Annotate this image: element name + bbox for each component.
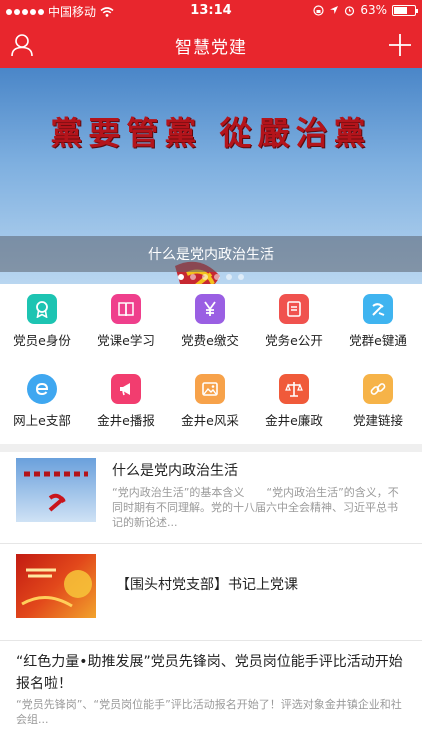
- pager-dot[interactable]: [238, 274, 244, 280]
- banner-caption: 什么是党内政治生活: [148, 247, 274, 263]
- grid-icon-bg: [363, 294, 393, 324]
- plus-icon: [389, 34, 411, 56]
- nav-bar: 智慧党建: [0, 22, 422, 68]
- party-emblem-icon: [372, 303, 385, 316]
- battery-icon: [392, 4, 418, 16]
- location-icon: [330, 6, 339, 14]
- battery-percent: 63%: [360, 3, 387, 17]
- function-grid: 党员e身份 党课e学习 党费e缴交 党务e公开 党群e键通 网上e支部 金井e播…: [0, 284, 422, 444]
- page-title: 智慧党建: [175, 38, 247, 58]
- megaphone-icon: [120, 383, 130, 396]
- section-divider: [0, 444, 422, 452]
- grid-label: 金井e风采: [181, 413, 239, 428]
- grid-item-dangfei-jiaojiao[interactable]: 党费e缴交: [168, 284, 252, 364]
- battery-fill: [394, 6, 407, 14]
- grid-label: 党费e缴交: [181, 333, 239, 348]
- news-thumbnail: [16, 458, 96, 522]
- add-button[interactable]: [386, 31, 414, 59]
- news-item[interactable]: “红色力量•助推发展”党员先锋岗、党员岗位能手评比活动开始报名啦！ “党员先锋岗…: [0, 641, 422, 750]
- banner-carousel[interactable]: 黨要管黨 從嚴治黨 什么是党内政治生活: [0, 68, 422, 284]
- grid-item-dangwu-gongkai[interactable]: 党务e公开: [252, 284, 336, 364]
- news-title: “红色力量•助推发展”党员先锋岗、党员岗位能手评比活动开始报名啦！: [16, 654, 403, 692]
- news-item[interactable]: 什么是党内政治生活 “党内政治生活”的基本含义 “党内政治生活”的含义，不同时期…: [0, 452, 422, 544]
- grid-label: 网上e支部: [13, 413, 71, 428]
- status-bar: 中国移动 13:14 63%: [0, 0, 422, 22]
- grid-item-dangke-xuexi[interactable]: 党课e学习: [84, 284, 168, 364]
- id-badge-icon: [36, 301, 48, 318]
- grid-label: 金井e廉政: [265, 413, 323, 428]
- news-item[interactable]: 【围头村党支部】书记上党课: [0, 544, 422, 640]
- pager-dot[interactable]: [202, 274, 208, 280]
- grid-icon-bg: [27, 294, 57, 324]
- grid-item-wangshang-zhibu[interactable]: 网上e支部: [0, 364, 84, 444]
- grid-item-dangyuan-shenfen[interactable]: 党员e身份: [0, 284, 84, 364]
- grid-icon-bg: [279, 294, 309, 324]
- status-right: 63%: [313, 3, 418, 17]
- book-icon: [118, 302, 134, 317]
- grid-label: 党务e公开: [265, 333, 323, 348]
- alarm-icon: [345, 5, 355, 16]
- scales-icon: [285, 382, 303, 397]
- photo-icon: [202, 382, 218, 396]
- e-icon: [35, 382, 49, 396]
- grid-label: 党员e身份: [13, 333, 71, 348]
- grid-label: 金井e播报: [97, 413, 155, 428]
- grid-icon-bg: [363, 374, 393, 404]
- grid-item-dangqun-jiantong[interactable]: 党群e键通: [336, 284, 420, 364]
- grid-icon-bg: [111, 374, 141, 404]
- news-thumbnail: [16, 554, 96, 618]
- lock-rotation-icon: [313, 4, 324, 16]
- pager-dot[interactable]: [214, 274, 220, 280]
- news-title: 【围头村党支部】书记上党课: [116, 577, 298, 593]
- yen-icon: [204, 301, 216, 316]
- grid-item-jinjing-lianzheng[interactable]: 金井e廉政: [252, 364, 336, 444]
- news-summary: “党内政治生活”的基本含义 “党内政治生活”的含义，不同时期有不同理解。党的十八…: [112, 486, 399, 529]
- news-title: 什么是党内政治生活: [112, 463, 238, 479]
- grid-icon-bg: [279, 374, 309, 404]
- banner-pager[interactable]: [0, 274, 422, 280]
- link-icon: [370, 383, 386, 395]
- grid-item-jinjing-bobao[interactable]: 金井e播报: [84, 364, 168, 444]
- grid-label: 党课e学习: [97, 333, 155, 348]
- grid-icon-bg: [195, 294, 225, 324]
- banner-slogan: 黨要管黨 從嚴治黨: [50, 114, 372, 152]
- news-summary: “党员先锋岗”、“党员岗位能手”评比活动报名开始了！评选对象金井镇企业和社会组.…: [16, 698, 402, 726]
- thumbnail-image: [24, 471, 88, 512]
- grid-label: 党建链接: [352, 413, 403, 428]
- thumbnail-image: [21, 568, 92, 608]
- pager-dot[interactable]: [178, 274, 184, 280]
- grid-icon-bg: [27, 374, 57, 404]
- pager-dot[interactable]: [190, 274, 196, 280]
- document-icon: [287, 301, 301, 317]
- grid-icon-bg: [111, 294, 141, 324]
- grid-item-jinjing-fengcai[interactable]: 金井e风采: [168, 364, 252, 444]
- grid-label: 党群e键通: [349, 333, 407, 348]
- grid-icon-bg: [195, 374, 225, 404]
- grid-item-dangjian-lianjie[interactable]: 党建链接: [336, 364, 420, 444]
- pager-dot[interactable]: [226, 274, 232, 280]
